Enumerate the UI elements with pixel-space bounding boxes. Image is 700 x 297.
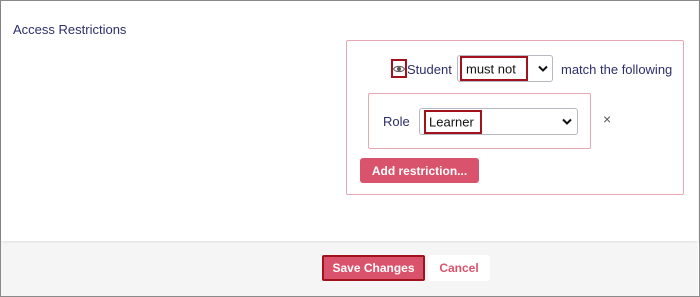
cancel-button[interactable]: Cancel bbox=[428, 255, 490, 281]
subject-label: Student bbox=[407, 62, 452, 77]
remove-rule-icon[interactable]: × bbox=[603, 111, 611, 127]
chevron-down-icon bbox=[562, 118, 572, 125]
operator-select[interactable]: must not bbox=[457, 55, 553, 82]
visibility-toggle[interactable] bbox=[391, 59, 407, 78]
section-title: Access Restrictions bbox=[13, 22, 127, 37]
operator-select-value: must not bbox=[466, 61, 516, 76]
add-restriction-button[interactable]: Add restriction... bbox=[360, 158, 479, 183]
rule-field-label: Role bbox=[383, 114, 410, 129]
eye-icon bbox=[393, 65, 405, 72]
role-select[interactable]: Learner bbox=[419, 108, 578, 135]
match-label: match the following bbox=[561, 62, 673, 77]
chevron-down-icon bbox=[538, 65, 548, 72]
save-button[interactable]: Save Changes bbox=[322, 255, 425, 281]
role-select-value: Learner bbox=[429, 114, 474, 129]
